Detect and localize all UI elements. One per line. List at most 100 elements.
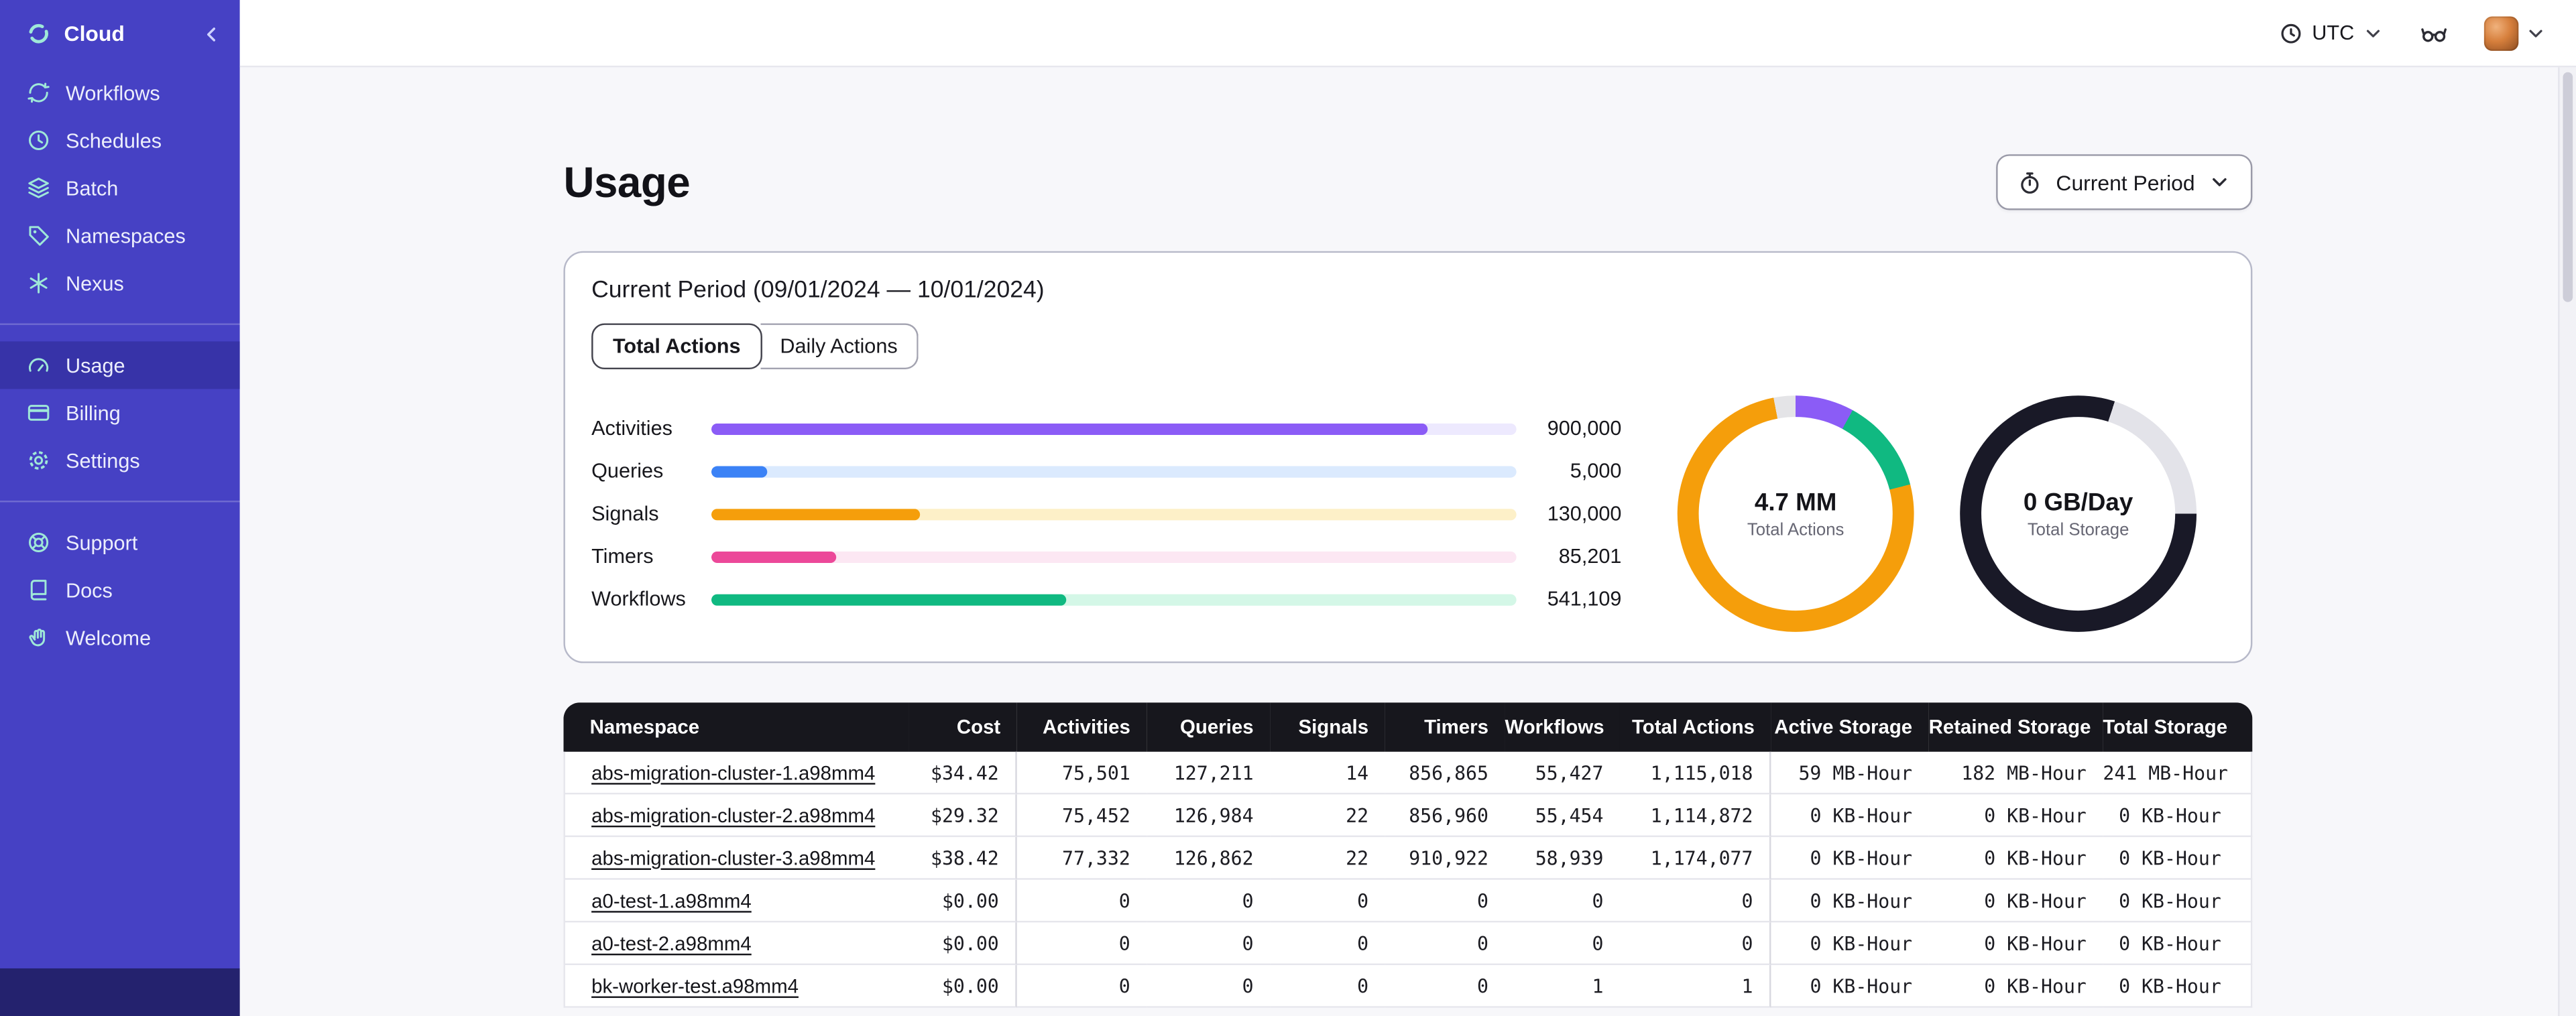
table-cell: 0	[1147, 922, 1271, 966]
bar-value: 541,109	[1547, 587, 1622, 611]
namespace-link[interactable]: abs-migration-cluster-1.a98mm4	[591, 761, 875, 783]
donut-center: 4.7 MM Total Actions	[1698, 417, 1893, 611]
sidebar-item-batch[interactable]: Batch	[0, 164, 240, 212]
sidebar-item-label: Namespaces	[66, 224, 186, 247]
main-content: Usage Current Period Current Period (09/…	[239, 67, 2576, 1016]
table-cell: 910,922	[1385, 837, 1505, 880]
sidebar-divider	[0, 323, 240, 325]
table-cell: 0	[1016, 880, 1147, 923]
page-header: Usage Current Period	[563, 154, 2253, 210]
table-cell: $38.42	[909, 837, 1017, 880]
period-selector-button[interactable]: Current Period	[1997, 154, 2253, 210]
table-cell: 0	[1385, 965, 1505, 1008]
bar-label: Queries	[591, 459, 664, 483]
bar-label: Activities	[591, 417, 672, 440]
column-header: Signals	[1270, 702, 1385, 752]
timers-bar	[711, 550, 1517, 562]
sidebar-item-support[interactable]: Support	[0, 519, 240, 566]
table-cell: 75,452	[1016, 794, 1147, 838]
table-cell: 58,939	[1505, 837, 1620, 880]
bar-label: Signals	[591, 502, 659, 525]
scrollbar-thumb[interactable]	[2563, 72, 2573, 302]
sidebar-item-docs[interactable]: Docs	[0, 566, 240, 614]
table-row: abs-migration-cluster-1.a98mm4 $34.42 75,5…	[563, 751, 2253, 795]
brand-label: Cloud	[64, 21, 125, 46]
sidebar-item-billing[interactable]: Billing	[0, 389, 240, 436]
sidebar-item-usage[interactable]: Usage	[0, 341, 240, 389]
table-cell: 55,427	[1505, 752, 1620, 795]
sidebar-item-label: Billing	[66, 401, 121, 425]
table-cell: 0	[1270, 965, 1385, 1008]
table-row: a0-test-2.a98mm4 $0.00 0 0 0 0 0 0 0 KB-Hour 0 KB…	[563, 922, 2253, 966]
bar-row: Signals 130,000	[591, 493, 1621, 535]
bar-row: Activities 900,000	[591, 407, 1621, 450]
sidebar-item-welcome[interactable]: Welcome	[0, 614, 240, 661]
namespace-link[interactable]: a0-test-1.a98mm4	[591, 889, 752, 911]
glasses-button[interactable]	[2420, 19, 2448, 47]
schedules-icon	[26, 128, 51, 153]
table-cell: $0.00	[909, 965, 1017, 1008]
sidebar-item-namespaces[interactable]: Namespaces	[0, 212, 240, 259]
column-header: Namespace	[563, 702, 909, 752]
table-cell: 0 KB-Hour	[2103, 965, 2253, 1008]
usage-card: Current Period (09/01/2024 — 10/01/2024)…	[563, 251, 2253, 663]
namespace-link[interactable]: a0-test-2.a98mm4	[591, 932, 752, 954]
batch-icon	[26, 176, 51, 200]
sidebar-item-schedules[interactable]: Schedules	[0, 117, 240, 164]
table-cell: $0.00	[909, 922, 1017, 966]
tab-daily-actions[interactable]: Daily Actions	[760, 323, 919, 370]
tab-total-actions[interactable]: Total Actions	[591, 323, 762, 370]
table-cell: 0	[1505, 880, 1620, 923]
table-cell: 55,454	[1505, 794, 1620, 838]
bar-value: 900,000	[1547, 417, 1622, 440]
sidebar-item-label: Batch	[66, 176, 119, 200]
sidebar-group-help: Support Docs Welcome	[0, 515, 240, 665]
table-cell: 22	[1270, 837, 1385, 880]
column-header: Active Storage	[1771, 702, 1929, 752]
table-cell: 0 KB-Hour	[1928, 922, 2103, 966]
table-cell: $34.42	[909, 751, 1017, 795]
table-row: bk-worker-test.a98mm4 $0.00 0 0 0 0 1 1 0 KB-Hou…	[563, 965, 2253, 1008]
namespace-link[interactable]: abs-migration-cluster-2.a98mm4	[591, 804, 875, 826]
table-cell: 0	[1385, 880, 1505, 923]
table-cell: 0	[1270, 922, 1385, 966]
table-cell: 77,332	[1016, 837, 1147, 880]
workflows-icon	[26, 80, 51, 105]
column-header: Cost	[909, 702, 1017, 752]
column-header: Queries	[1147, 702, 1271, 752]
vertical-scrollbar[interactable]	[2558, 67, 2576, 1016]
column-header: Activities	[1016, 702, 1147, 752]
table-cell: 14	[1270, 752, 1385, 795]
sidebar-item-nexus[interactable]: Nexus	[0, 259, 240, 307]
namespace-link[interactable]: abs-migration-cluster-3.a98mm4	[591, 846, 875, 869]
donut-center: 0 GB/Day Total Storage	[1981, 417, 2176, 611]
table-cell: 0 KB-Hour	[1928, 794, 2103, 838]
namespace-cell: bk-worker-test.a98mm4	[563, 965, 909, 1008]
sidebar-collapse-button[interactable]	[200, 22, 223, 45]
sidebar-item-workflows[interactable]: Workflows	[0, 69, 240, 117]
temporal-logo-icon	[26, 21, 51, 46]
account-menu[interactable]	[2483, 15, 2546, 50]
table-cell: 0	[1016, 965, 1147, 1008]
table-cell: 126,984	[1147, 794, 1271, 838]
docs-icon	[26, 578, 51, 602]
total-storage-donut: 0 GB/Day Total Storage	[1960, 395, 2197, 632]
sidebar-item-label: Support	[66, 531, 138, 554]
table-cell: 0 KB-Hour	[1928, 837, 2103, 880]
signals-bar	[711, 507, 1517, 520]
namespace-cell: abs-migration-cluster-1.a98mm4	[563, 751, 909, 795]
bar-value: 130,000	[1547, 502, 1622, 525]
sidebar-brand: Cloud	[0, 0, 240, 66]
usage-icon	[26, 353, 51, 378]
namespace-link[interactable]: bk-worker-test.a98mm4	[591, 974, 799, 997]
timezone-selector[interactable]: UTC	[2279, 21, 2384, 46]
sidebar-group-primary: Workflows Schedules Batch Namespaces Nexus	[0, 66, 240, 310]
period-button-label: Current Period	[2056, 170, 2195, 195]
namespace-cell: abs-migration-cluster-3.a98mm4	[563, 837, 909, 880]
app-root: Cloud Workflows Schedules Batch Namespaces N…	[0, 0, 2576, 1016]
table-cell: 1,114,872	[1619, 794, 1771, 838]
table-cell: 0 KB-Hour	[2103, 794, 2253, 838]
sidebar-item-settings[interactable]: Settings	[0, 436, 240, 484]
sidebar-item-label: Settings	[66, 448, 140, 472]
table-row: abs-migration-cluster-3.a98mm4 $38.42 77,3…	[563, 837, 2253, 880]
